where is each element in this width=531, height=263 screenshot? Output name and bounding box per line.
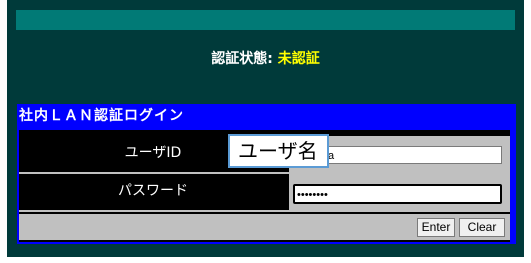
password-field-cell: •••••••• [289, 174, 510, 210]
password-input[interactable]: •••••••• [293, 184, 502, 204]
enter-button[interactable]: Enter [417, 218, 455, 237]
auth-status: 認証状態: 未認証 [7, 48, 524, 68]
password-label: パスワード [118, 183, 188, 199]
auth-status-label: 認証状態: [211, 51, 273, 67]
button-bar: Enter Clear [19, 214, 510, 240]
login-form-title: 社内ＬＡＮ認証ログイン [19, 108, 184, 124]
password-mask: •••••••• [297, 189, 328, 201]
password-row: パスワード •••••••• [19, 174, 510, 212]
clear-button[interactable]: Clear [459, 218, 505, 237]
username-overlay-label: ユーザ名 [228, 134, 329, 168]
login-panel: 認証状態: 未認証 社内ＬＡＮ認証ログイン ユーザID @alpha パスワード… [7, 0, 524, 257]
login-form: 社内ＬＡＮ認証ログイン ユーザID @alpha パスワード •••••••• … [17, 104, 516, 244]
top-bar [16, 10, 515, 30]
auth-status-value: 未認証 [277, 51, 320, 67]
